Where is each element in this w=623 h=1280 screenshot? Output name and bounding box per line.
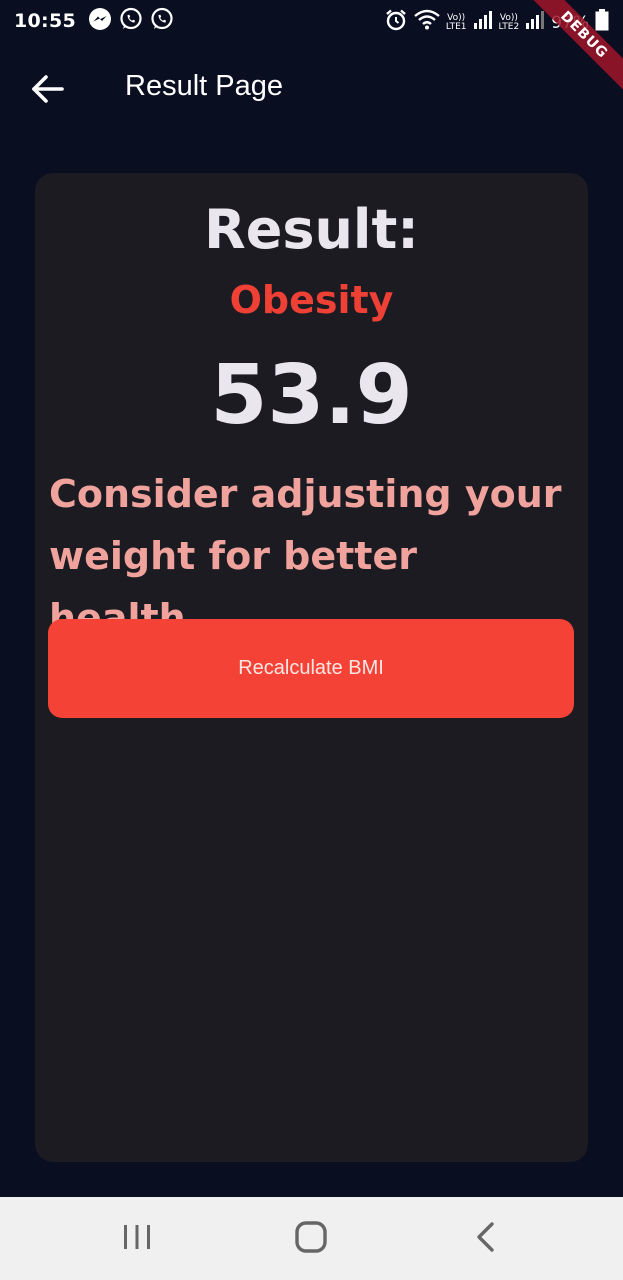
system-nav-bar — [0, 1197, 623, 1280]
status-bar: 10:55 Vo)) LTE1 Vo)) LTE2 97% — [0, 0, 623, 42]
page-title: Result Page — [125, 70, 283, 102]
bmi-category: Obesity — [229, 278, 394, 322]
result-card: Result: Obesity 53.9 Consider adjusting … — [35, 173, 588, 1162]
system-indicators: Vo)) LTE1 Vo)) LTE2 97% — [384, 8, 609, 37]
back-icon — [474, 1221, 498, 1258]
home-icon — [294, 1220, 328, 1259]
signal-icon — [525, 10, 545, 35]
back-button[interactable] — [28, 74, 68, 108]
notification-icons — [88, 7, 174, 36]
recalculate-bmi-button[interactable]: Recalculate BMI — [48, 619, 574, 718]
home-button[interactable] — [286, 1219, 336, 1259]
messenger-icon — [88, 7, 112, 36]
recent-apps-icon — [121, 1222, 153, 1257]
whatsapp-icon — [150, 7, 174, 36]
lte2-bottom-label: LTE2 — [498, 21, 520, 32]
battery-percent: 97% — [551, 12, 589, 33]
recent-apps-button[interactable] — [112, 1219, 162, 1259]
arrow-left-icon — [32, 74, 64, 108]
alarm-icon — [384, 8, 408, 37]
signal-icon — [473, 10, 493, 35]
lte2-indicator: Vo)) LTE2 — [498, 13, 520, 32]
battery-icon — [595, 9, 609, 36]
whatsapp-icon — [119, 7, 143, 36]
nav-back-button[interactable] — [461, 1219, 511, 1259]
bmi-value: 53.9 — [210, 348, 413, 443]
lte1-bottom-label: LTE1 — [445, 21, 467, 32]
app-bar: Result Page — [0, 42, 623, 138]
result-heading: Result: — [204, 198, 419, 261]
wifi-icon — [414, 9, 440, 36]
status-time: 10:55 — [14, 10, 76, 32]
lte1-indicator: Vo)) LTE1 — [445, 13, 467, 32]
